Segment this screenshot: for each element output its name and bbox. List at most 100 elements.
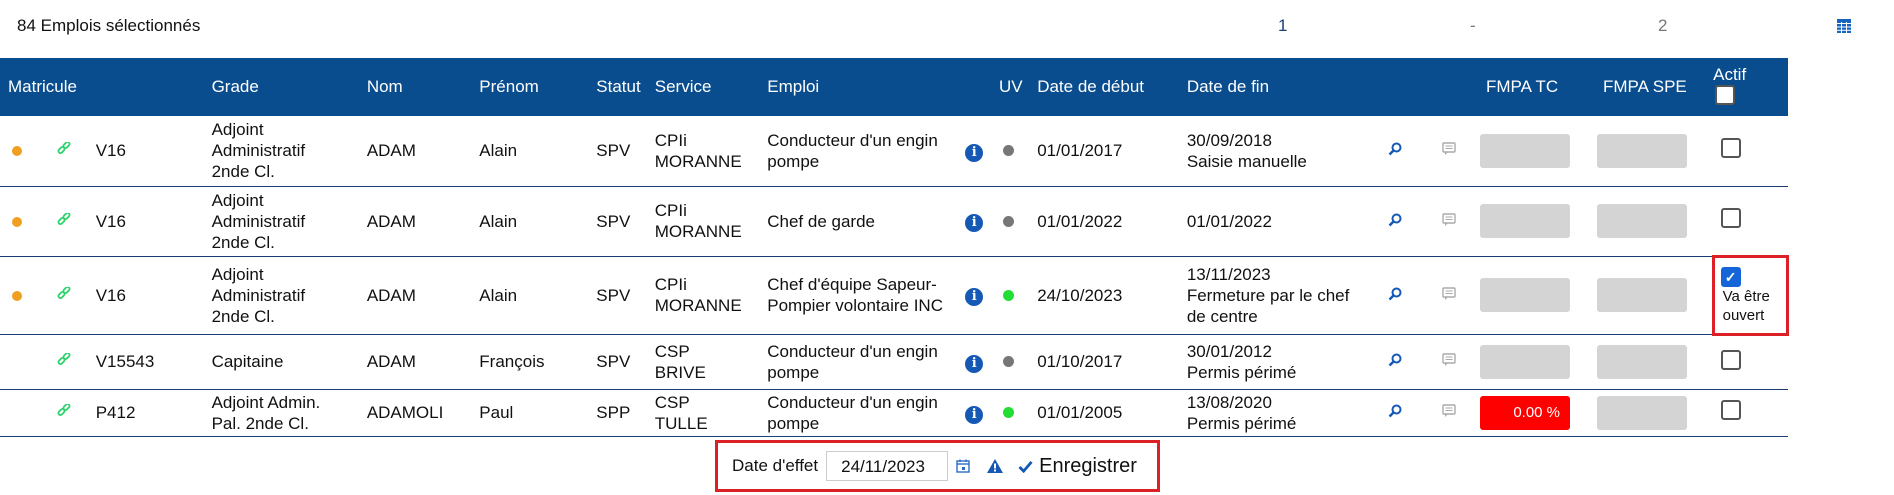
actif-checkbox[interactable] <box>1721 138 1742 159</box>
search-cell[interactable] <box>1376 116 1432 186</box>
table-row[interactable]: V15543 Capitaine ADAM François SPV CSP BRIVE C… <box>0 334 1788 389</box>
comment-cell[interactable] <box>1432 334 1478 389</box>
comment-icon[interactable] <box>1442 142 1456 156</box>
select-all-checkbox[interactable] <box>1715 84 1736 105</box>
search-icon[interactable] <box>1388 142 1402 156</box>
comment-cell[interactable] <box>1432 186 1478 256</box>
info-cell[interactable]: i <box>957 116 991 186</box>
comment-cell[interactable] <box>1432 116 1478 186</box>
link-icon[interactable] <box>57 352 71 367</box>
link-icon[interactable] <box>57 211 71 227</box>
date-effet-input[interactable]: 24/11/2023 <box>826 451 949 481</box>
date-fin-cell: 01/01/2022 <box>1179 186 1376 256</box>
actif-checkbox[interactable] <box>1721 349 1742 370</box>
search-cell[interactable] <box>1376 186 1432 256</box>
search-icon[interactable] <box>1388 404 1402 418</box>
fmpa-tc-value <box>1480 204 1571 238</box>
comment-icon[interactable] <box>1442 353 1456 367</box>
date-debut-cell: 01/01/2017 <box>1037 141 1123 161</box>
actif-cell[interactable] <box>1713 334 1787 389</box>
col-matricule[interactable]: Matricule <box>0 58 204 116</box>
date-debut-cell: 01/01/2022 <box>1037 211 1123 231</box>
col-service[interactable]: Service <box>647 58 759 116</box>
page-2-link[interactable]: 2 <box>1658 16 1667 36</box>
save-bar: Date d'effet 24/11/2023 Enregistrer <box>715 440 1160 492</box>
fmpa-spe-value <box>1597 395 1687 430</box>
comment-cell[interactable] <box>1432 389 1478 436</box>
link-cell[interactable] <box>47 116 87 186</box>
col-grade[interactable]: Grade <box>204 58 359 116</box>
col-fmpa-tc[interactable]: FMPA TC <box>1478 58 1595 116</box>
prenom-cell: Alain <box>479 285 518 305</box>
comment-icon[interactable] <box>1442 286 1456 301</box>
warning-icon <box>987 459 1004 473</box>
link-icon[interactable] <box>57 141 71 156</box>
page-1-link[interactable]: 1 <box>1278 16 1287 36</box>
fmpa-tc-cell <box>1478 256 1595 334</box>
fmpa-tc-value <box>1480 133 1571 168</box>
prenom-cell: Alain <box>479 141 518 161</box>
comment-icon[interactable] <box>1442 404 1456 418</box>
col-fmpa-spe[interactable]: FMPA SPE <box>1595 58 1713 116</box>
actif-checkbox[interactable] <box>1721 400 1742 420</box>
uv-status-dot <box>1002 145 1014 157</box>
calendar-icon[interactable] <box>956 459 970 473</box>
info-cell[interactable]: i <box>957 334 991 389</box>
table-view-icon[interactable] <box>1836 18 1852 34</box>
save-button[interactable]: Enregistrer <box>1039 455 1137 478</box>
link-cell[interactable] <box>47 389 87 436</box>
search-cell[interactable] <box>1376 334 1432 389</box>
link-cell[interactable] <box>47 256 87 334</box>
col-uv[interactable]: UV <box>991 58 1029 116</box>
matricule-cell: V16 <box>95 285 126 305</box>
status-cell <box>0 186 47 256</box>
actif-cell[interactable] <box>1713 116 1787 186</box>
col-prenom[interactable]: Prénom <box>471 58 588 116</box>
info-cell[interactable]: i <box>957 256 991 334</box>
actif-cell[interactable] <box>1713 389 1787 436</box>
matricule-cell: V16 <box>95 211 126 231</box>
search-icon[interactable] <box>1388 353 1402 367</box>
link-cell[interactable] <box>47 334 87 389</box>
col-date-debut[interactable]: Date de début <box>1029 58 1179 116</box>
search-cell[interactable] <box>1376 389 1432 436</box>
info-icon[interactable]: i <box>965 143 984 162</box>
info-icon[interactable]: i <box>965 288 984 306</box>
actif-cell[interactable]: ✓ Va être ouvert <box>1711 254 1790 336</box>
table-row[interactable]: P412 Adjoint Admin. Pal. 2nde Cl. ADAMOLI P… <box>0 389 1788 436</box>
table-row[interactable]: V16 Adjoint Administratif 2nde Cl. ADAM Ala… <box>0 254 1790 336</box>
selection-count: 84 Emplois sélectionnés <box>17 16 201 35</box>
col-emploi[interactable]: Emploi <box>759 58 991 116</box>
info-icon[interactable]: i <box>965 214 984 232</box>
actif-checkbox[interactable]: ✓ <box>1720 266 1741 287</box>
link-cell[interactable] <box>47 186 87 256</box>
actif-cell[interactable] <box>1713 186 1787 256</box>
statut-cell: SPV <box>596 141 631 161</box>
uv-cell <box>991 186 1029 256</box>
prenom-cell: Alain <box>479 211 518 231</box>
link-icon[interactable] <box>57 285 71 301</box>
col-actif[interactable]: Actif <box>1713 58 1787 116</box>
search-icon[interactable] <box>1388 287 1402 301</box>
search-icon[interactable] <box>1388 213 1402 227</box>
info-cell[interactable]: i <box>957 389 991 436</box>
comment-cell[interactable] <box>1432 256 1478 334</box>
check-icon[interactable] <box>1018 460 1033 473</box>
col-date-fin[interactable]: Date de fin <box>1179 58 1478 116</box>
search-cell[interactable] <box>1376 256 1432 334</box>
info-icon[interactable]: i <box>965 405 984 424</box>
table-row[interactable]: V16 Adjoint Administratif 2nde Cl. ADAM Ala… <box>0 186 1788 256</box>
info-cell[interactable]: i <box>957 186 991 256</box>
info-icon[interactable]: i <box>965 354 984 373</box>
fmpa-spe-cell <box>1595 186 1713 256</box>
table-row[interactable]: V16 Adjoint Administratif 2nde Cl. ADAM Ala… <box>0 116 1788 186</box>
nom-cell: ADAM <box>366 141 416 161</box>
col-nom[interactable]: Nom <box>359 58 471 116</box>
status-cell <box>0 334 47 389</box>
link-icon[interactable] <box>57 403 71 418</box>
col-statut[interactable]: Statut <box>588 58 646 116</box>
nom-cell: ADAM <box>366 352 416 371</box>
date-fin-note: Saisie manuelle <box>1186 151 1307 171</box>
comment-icon[interactable] <box>1442 212 1456 227</box>
actif-checkbox[interactable] <box>1721 208 1742 228</box>
